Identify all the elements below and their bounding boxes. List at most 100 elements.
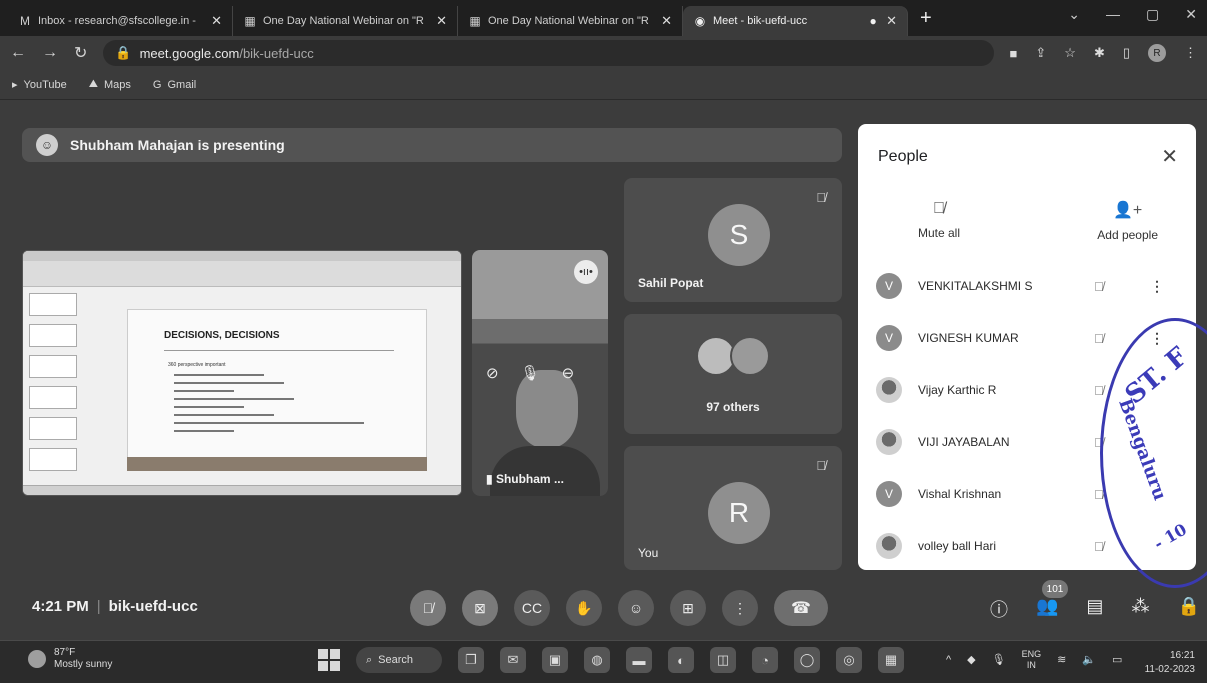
chevron-up-icon[interactable]: ^ (946, 654, 951, 666)
profile-avatar[interactable]: R (1148, 44, 1166, 62)
extensions-icon[interactable]: ✱ (1094, 45, 1105, 61)
mic-off-icon[interactable]: 🎙̸ (1094, 331, 1104, 346)
avatar: V (876, 273, 902, 299)
audio-level-icon: •ıı• (574, 260, 598, 284)
side-panel-icon[interactable]: ▯ (1123, 45, 1130, 61)
bookmarks-bar: ▸ YouTube ⛰ Maps G Gmail (0, 70, 1207, 100)
tray-app-icon[interactable]: ◆ (967, 653, 975, 666)
tile-hover-controls: ⊘ 🎙 ⊖ (486, 364, 574, 382)
app-icon[interactable]: ◔ (752, 647, 778, 673)
forward-icon[interactable]: → (42, 44, 58, 62)
edge-icon[interactable]: ◐ (668, 647, 694, 673)
tab-gmail-inbox[interactable]: M Inbox - research@sfscollege.in - ✕ (8, 6, 233, 36)
tab-title: One Day National Webinar on "R (263, 15, 424, 27)
side-controls: ⓘ 👥 ▤ ⁂ 🔒 (990, 596, 1200, 622)
task-view-icon[interactable]: ❐ (458, 647, 484, 673)
share-icon[interactable]: ⇪ (1035, 45, 1046, 61)
tab-title: Inbox - research@sfscollege.in - (38, 15, 196, 27)
more-options-button[interactable]: ⋮ (722, 590, 758, 626)
host-controls-icon[interactable]: 🔒 (1177, 596, 1199, 622)
browser-menu-icon[interactable]: ⋮ (1184, 45, 1197, 61)
meeting-details-icon[interactable]: ⓘ (990, 596, 1008, 622)
others-avatars (696, 336, 770, 376)
avatar (876, 377, 902, 403)
more-options-icon[interactable]: ⋮ (1150, 278, 1164, 295)
mute-all-button[interactable]: 🎙̸ Mute all (918, 200, 960, 242)
close-tab-icon[interactable]: ✕ (886, 13, 897, 29)
taskbar-clock[interactable]: 16:21 11-02-2023 (1145, 649, 1195, 677)
participant-tile-sahil[interactable]: 🎙̸ S Sahil Popat (624, 178, 842, 302)
present-button[interactable]: ⊞ (670, 590, 706, 626)
new-tab-button[interactable]: + (920, 7, 932, 30)
close-window-icon[interactable]: ✕ (1185, 6, 1197, 23)
powerpoint-ribbon (23, 251, 461, 287)
slide-canvas: DECISIONS, DECISIONS 360 perspective imp… (127, 309, 427, 469)
mic-off-icon[interactable]: 🎙̸ (1094, 539, 1104, 554)
store-icon[interactable]: ◫ (710, 647, 736, 673)
google-icon: G (152, 78, 162, 91)
tab-webinar-1[interactable]: ▦ One Day National Webinar on "R ✕ (233, 6, 458, 36)
taskbar-search[interactable]: ⌕ Search (356, 647, 442, 673)
maximize-icon[interactable]: ▢ (1146, 6, 1159, 23)
bookmark-gmail[interactable]: G Gmail (153, 79, 196, 91)
leave-call-button[interactable]: ☎ (774, 590, 828, 626)
tab-meet[interactable]: ◉ Meet - bik-uefd-ucc ● ✕ (683, 6, 908, 36)
mic-off-icon[interactable]: 🎙̸ (1094, 383, 1104, 398)
minimize-icon[interactable]: — (1106, 6, 1120, 23)
widgets-icon[interactable]: ▣ (542, 647, 568, 673)
chat-icon[interactable]: ▤ (1086, 596, 1103, 622)
emoji-button[interactable]: ☺ (618, 590, 654, 626)
tab-search-icon[interactable]: ⌄ (1068, 6, 1080, 23)
mic-off-icon[interactable]: 🎙̸ (1094, 279, 1104, 294)
mic-icon[interactable]: 🎙 (521, 364, 540, 382)
meeting-code: bik-uefd-ucc (108, 598, 198, 615)
bookmark-maps[interactable]: ⛰ Maps (89, 78, 131, 91)
close-tab-icon[interactable]: ✕ (211, 13, 222, 29)
weather-condition: Mostly sunny (54, 659, 113, 670)
captions-button[interactable]: CC (514, 590, 550, 626)
file-explorer-icon[interactable]: ▬ (626, 647, 652, 673)
app-icon[interactable]: ◍ (584, 647, 610, 673)
close-icon[interactable]: ✕ (1161, 144, 1178, 169)
camera-off-button[interactable]: ⊠ (462, 590, 498, 626)
wifi-icon[interactable]: ≋ (1057, 653, 1066, 666)
volume-icon[interactable]: 🔈 (1082, 653, 1096, 666)
battery-icon[interactable]: ▭ (1112, 653, 1122, 666)
back-icon[interactable]: ← (10, 44, 26, 62)
start-icon[interactable] (318, 649, 340, 671)
list-item[interactable]: V VENKITALAKSHMI S 🎙̸ ⋮ (858, 260, 1196, 312)
url-bar[interactable]: 🔒 meet.google.com/bik-uefd-ucc (103, 40, 994, 66)
language-indicator[interactable]: ENG IN (1022, 649, 1042, 671)
presenter-avatar-icon: ☺ (36, 134, 58, 156)
presenting-banner: ☺ Shubham Mahajan is presenting (22, 128, 842, 162)
powerpoint-status-bar (23, 485, 461, 495)
excel-icon[interactable]: ▦ (878, 647, 904, 673)
tab-webinar-2[interactable]: ▦ One Day National Webinar on "R ✕ (458, 6, 683, 36)
reload-icon[interactable]: ↻ (74, 43, 87, 63)
mic-icon[interactable]: 🎙 (992, 653, 1006, 666)
people-icon[interactable]: 👥 (1036, 596, 1058, 622)
add-people-button[interactable]: 👤+ Add people (1097, 200, 1158, 242)
remove-icon[interactable]: ⊖ (562, 364, 575, 382)
chrome-icon[interactable]: ◎ (836, 647, 862, 673)
mic-off-button[interactable]: 🎙̸ (410, 590, 446, 626)
activities-icon[interactable]: ⁂ (1131, 596, 1149, 622)
bookmark-youtube[interactable]: ▸ YouTube (12, 78, 67, 92)
gmail-icon: M (20, 14, 30, 28)
raise-hand-button[interactable]: ✋ (566, 590, 602, 626)
shared-screen-tile[interactable]: DECISIONS, DECISIONS 360 perspective imp… (22, 250, 462, 496)
weather-widget[interactable]: 87°F Mostly sunny (28, 647, 112, 671)
self-tile[interactable]: 🎙̸ R You (624, 446, 842, 570)
pin-off-icon[interactable]: ⊘ (486, 364, 499, 382)
close-tab-icon[interactable]: ✕ (661, 13, 672, 29)
mic-off-icon: 🎙̸ (933, 200, 946, 217)
whatsapp-icon[interactable]: ◯ (794, 647, 820, 673)
close-tab-icon[interactable]: ✕ (436, 13, 447, 29)
camera-in-use-icon[interactable]: ■ (1010, 46, 1018, 61)
presenter-video-tile[interactable]: •ıı• ⊘ 🎙 ⊖ ▮ Shubham ... (472, 250, 608, 496)
bookmark-star-icon[interactable]: ☆ (1064, 45, 1076, 61)
browser-tab-strip: M Inbox - research@sfscollege.in - ✕ ▦ O… (0, 0, 1207, 36)
others-tile[interactable]: 97 others (624, 314, 842, 434)
meet-control-bar: 4:21 PM | bik-uefd-ucc 🎙̸ ⊠ CC ✋ ☺ ⊞ ⋮ ☎ ⓘ… (0, 580, 1207, 636)
chat-app-icon[interactable]: ✉ (500, 647, 526, 673)
